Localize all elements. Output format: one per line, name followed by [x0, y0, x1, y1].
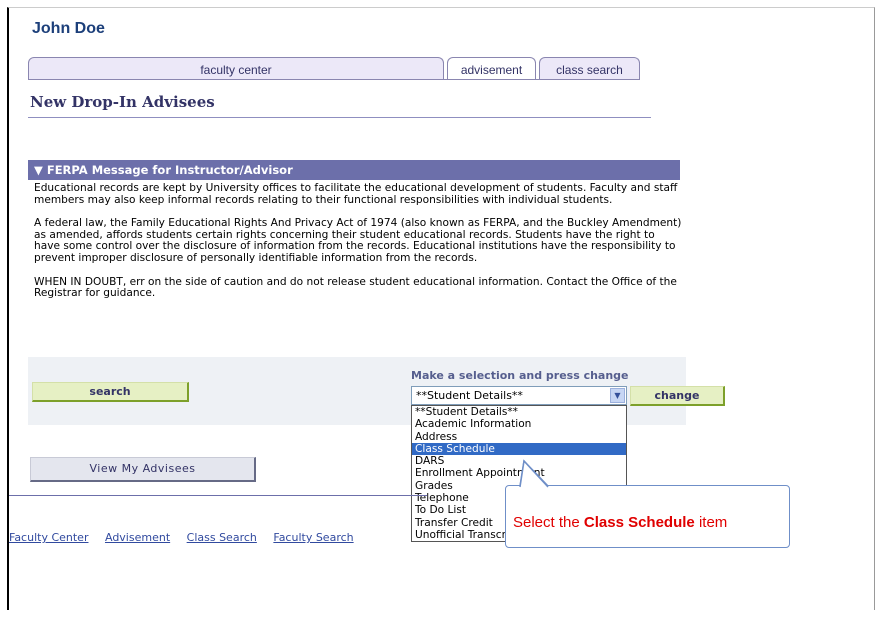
callout-suffix: item: [694, 514, 728, 531]
callout-prefix: Select the: [513, 514, 584, 531]
callout-text: Select the Class Schedule item: [513, 514, 727, 531]
callout-bold: Class Schedule: [583, 514, 695, 531]
callout-pointer-mask: [519, 459, 549, 489]
